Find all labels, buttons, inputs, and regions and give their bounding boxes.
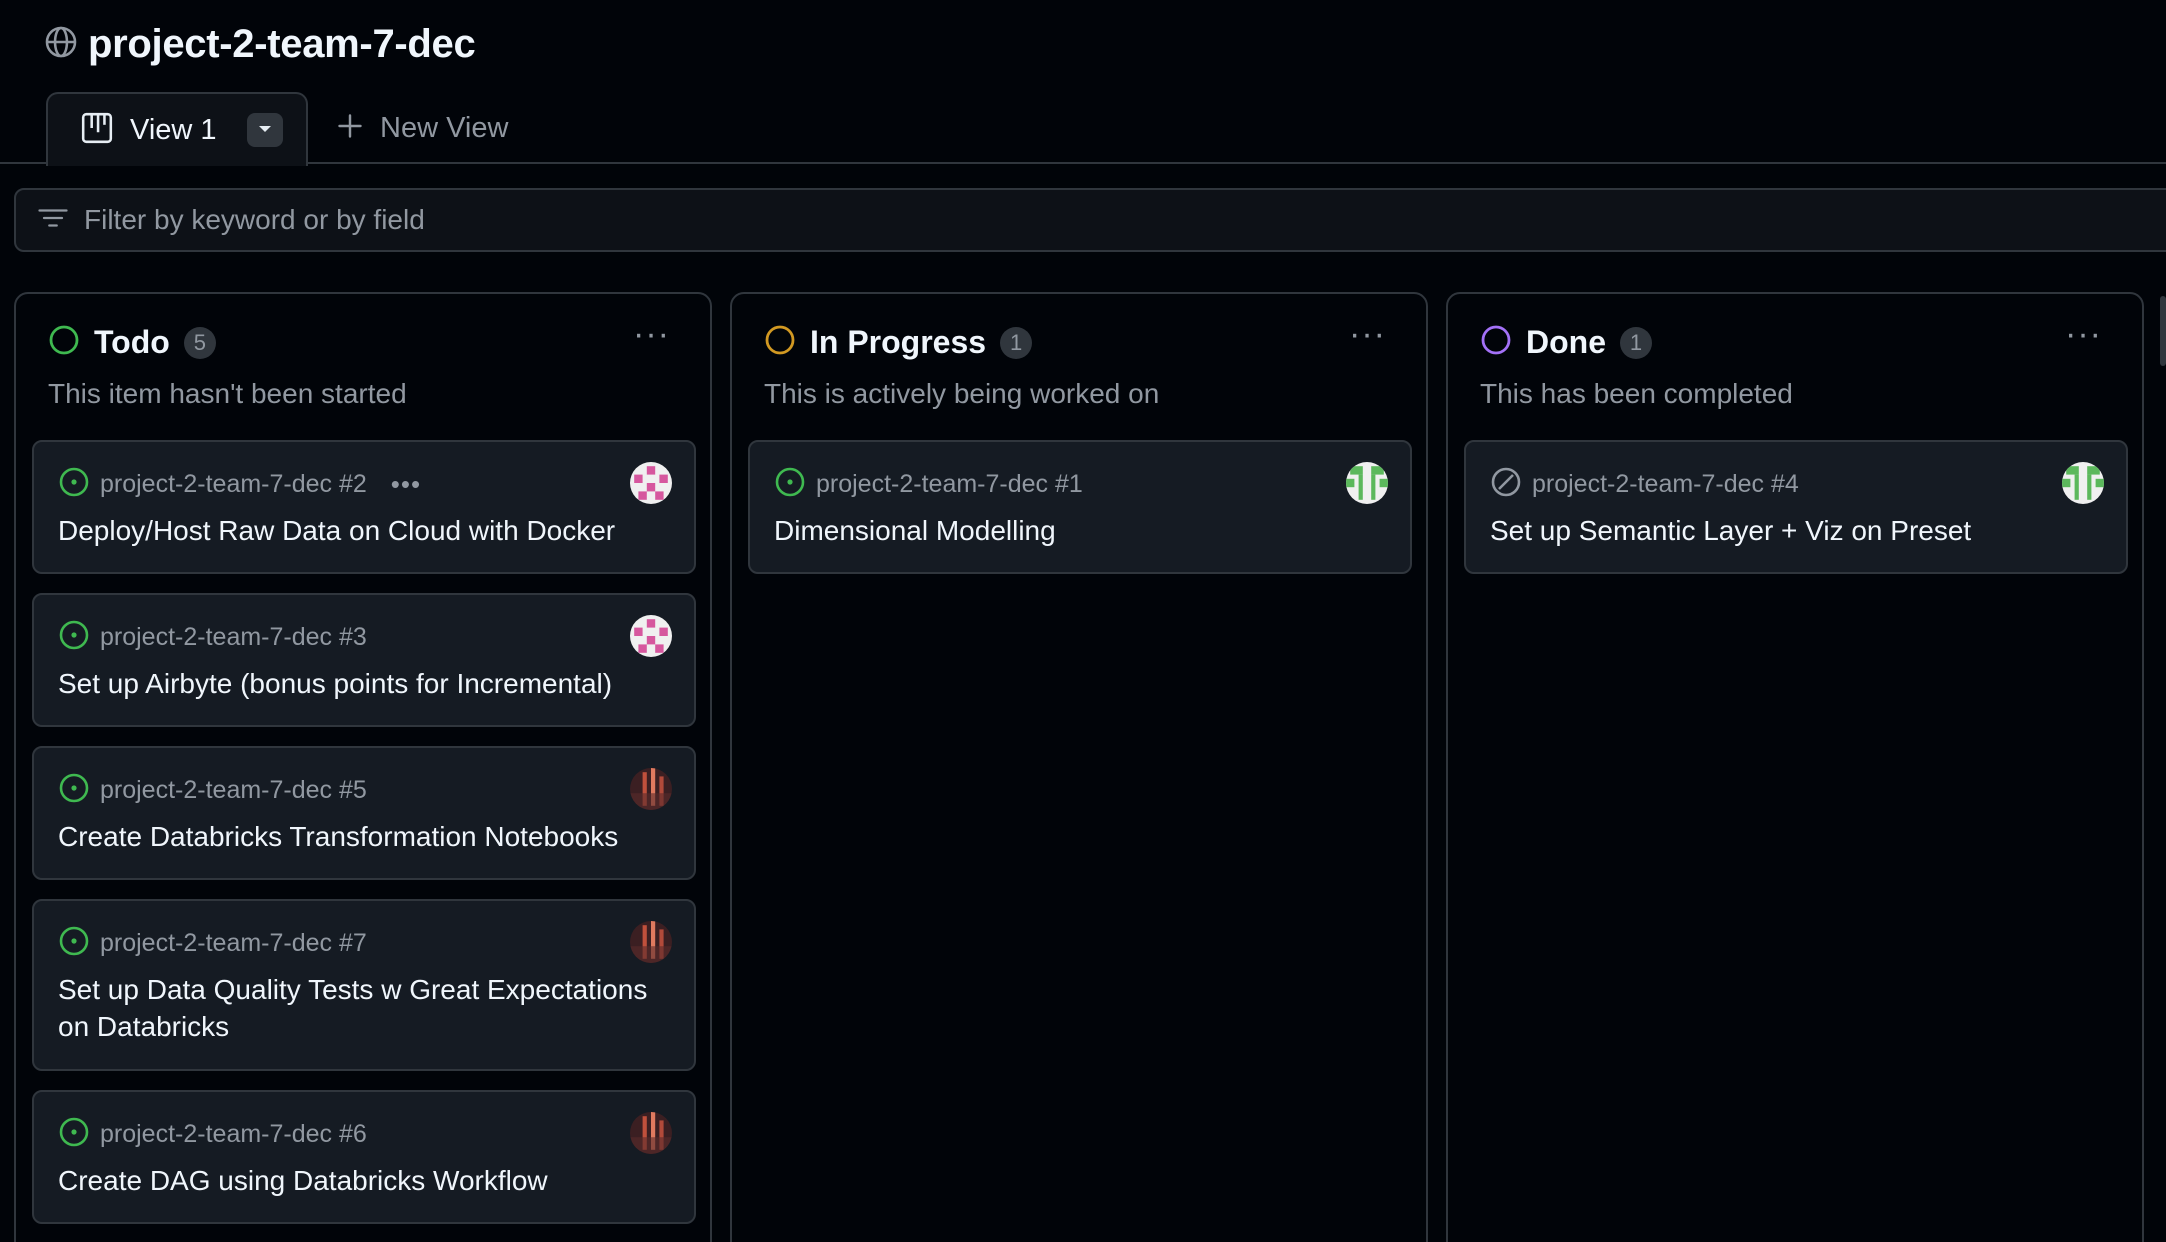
column-todo: Todo 5 ··· This item hasn't been started… — [14, 292, 712, 1242]
column-description: This item hasn't been started — [48, 378, 407, 409]
next-column-edge — [2160, 296, 2166, 366]
open-issue-icon — [58, 1116, 90, 1153]
card-title[interactable]: Deploy/Host Raw Data on Cloud with Docke… — [58, 512, 678, 549]
photo-avatar[interactable] — [630, 1112, 672, 1154]
card-meta: project-2-team-7-dec #4 — [1490, 466, 1799, 503]
page-title: project-2-team-7-dec — [88, 22, 476, 66]
column-description: This has been completed — [1480, 378, 1793, 409]
open-issue-icon — [58, 466, 90, 503]
card[interactable]: project-2-team-7-dec #6 Create DAG using… — [32, 1090, 696, 1224]
card[interactable]: project-2-team-7-dec #5 Create Databrick… — [32, 746, 696, 880]
card-meta: project-2-team-7-dec #7 — [58, 925, 367, 962]
pink-avatar[interactable] — [630, 615, 672, 657]
open-issue-icon — [58, 619, 90, 656]
item-count-badge: 1 — [1000, 326, 1033, 359]
card[interactable]: project-2-team-7-dec #7 Set up Data Qual… — [32, 899, 696, 1071]
item-count-badge: 5 — [183, 326, 216, 359]
card-title[interactable]: Set up Airbyte (bonus points for Increme… — [58, 665, 678, 702]
issue-ref: project-2-team-7-dec #7 — [100, 929, 367, 957]
title-row: project-2-team-7-dec — [44, 22, 476, 67]
issue-ref: project-2-team-7-dec #3 — [100, 623, 367, 651]
column-menu-button[interactable]: ··· — [2065, 317, 2102, 351]
card-title[interactable]: Set up Data Quality Tests w Great Expect… — [58, 971, 678, 1045]
kebab-horizontal-icon: ··· — [1349, 315, 1386, 353]
kebab-horizontal-icon: ··· — [633, 315, 670, 353]
card-title[interactable]: Dimensional Modelling — [774, 512, 1394, 549]
column-header: Done 1 — [1480, 324, 1652, 361]
card[interactable]: project-2-team-7-dec #4 Set up Semantic … — [1464, 440, 2128, 574]
done-status-icon — [1480, 324, 1512, 361]
issue-ref: project-2-team-7-dec #6 — [100, 1120, 367, 1148]
plus-icon — [336, 112, 364, 145]
column-in-progress: In Progress 1 ··· This is actively being… — [730, 292, 1428, 1242]
column-header: Todo 5 — [48, 324, 216, 361]
new-view-label: New View — [380, 111, 509, 144]
column-description: This is actively being worked on — [764, 378, 1160, 409]
card-options-button[interactable]: ••• — [391, 469, 421, 500]
item-count-badge: 1 — [1620, 326, 1652, 359]
column-title: Todo — [94, 324, 170, 360]
open-issue-icon — [58, 925, 90, 962]
card-meta: project-2-team-7-dec #5 — [58, 772, 367, 809]
card-title[interactable]: Create Databricks Transformation Noteboo… — [58, 818, 678, 855]
photo-avatar[interactable] — [630, 768, 672, 810]
card-meta: project-2-team-7-dec #6 — [58, 1116, 367, 1153]
issue-ref: project-2-team-7-dec #4 — [1532, 470, 1799, 498]
column-header: In Progress 1 — [764, 324, 1033, 361]
filter-icon — [38, 206, 68, 235]
open-issue-icon — [774, 466, 806, 503]
card-meta: project-2-team-7-dec #3 — [58, 619, 367, 656]
pink-avatar[interactable] — [630, 462, 672, 504]
view-tabs: View 1 New View — [46, 92, 508, 166]
card[interactable]: project-2-team-7-dec #2 ••• Deploy/Host … — [32, 440, 696, 574]
card[interactable]: project-2-team-7-dec #3 Set up Airbyte (… — [32, 593, 696, 727]
column-menu-button[interactable]: ··· — [633, 317, 670, 351]
photo-avatar[interactable] — [630, 921, 672, 963]
column-title: Done — [1526, 324, 1606, 360]
card[interactable]: project-2-team-7-dec #1 Dimensional Mode… — [748, 440, 1412, 574]
column-done: Done 1 ··· This has been completed proje… — [1446, 292, 2144, 1242]
card-title[interactable]: Set up Semantic Layer + Viz on Preset — [1490, 512, 2110, 549]
new-view-button[interactable]: New View — [46, 92, 508, 164]
green-avatar[interactable] — [2062, 462, 2104, 504]
card-title[interactable]: Create DAG using Databricks Workflow — [58, 1162, 678, 1199]
card-meta: project-2-team-7-dec #1 — [774, 466, 1083, 503]
column-title: In Progress — [810, 324, 987, 360]
in-progress-status-icon — [764, 324, 796, 361]
filter-input[interactable]: Filter by keyword or by field — [14, 188, 2166, 252]
globe-icon — [44, 25, 78, 64]
issue-ref: project-2-team-7-dec #5 — [100, 776, 367, 804]
green-avatar[interactable] — [1346, 462, 1388, 504]
project-header: project-2-team-7-dec View 1 New View — [0, 0, 2166, 166]
project-board-app: project-2-team-7-dec View 1 New View Fil… — [0, 0, 2166, 1242]
todo-status-icon — [48, 324, 80, 361]
kebab-horizontal-icon: ••• — [390, 469, 422, 499]
filter-placeholder: Filter by keyword or by field — [84, 204, 425, 235]
closed-not-planned-icon — [1490, 466, 1522, 503]
kebab-horizontal-icon: ··· — [2065, 315, 2102, 353]
issue-ref: project-2-team-7-dec #1 — [816, 470, 1083, 498]
issue-ref: project-2-team-7-dec #2 — [100, 470, 367, 498]
card-meta: project-2-team-7-dec #2 ••• — [58, 466, 421, 503]
column-menu-button[interactable]: ··· — [1349, 317, 1386, 351]
open-issue-icon — [58, 772, 90, 809]
